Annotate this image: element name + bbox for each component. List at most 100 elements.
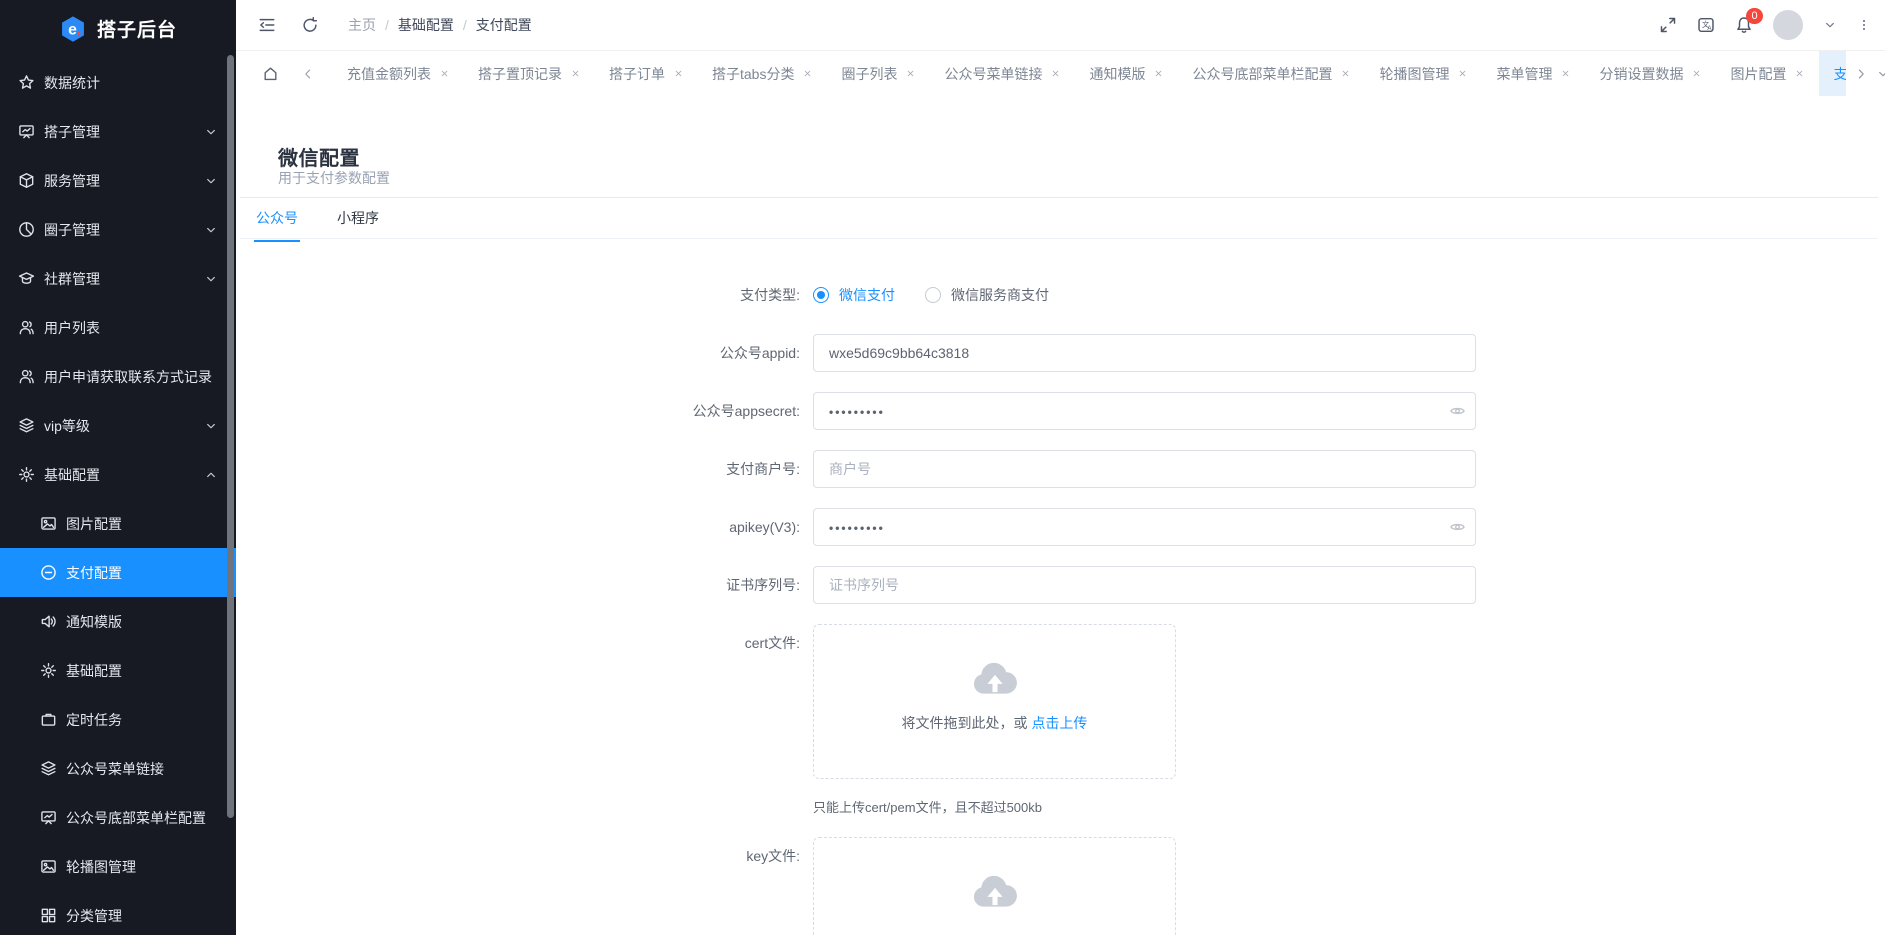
sidebar-item-7[interactable]: vip等级 [0, 401, 236, 450]
grid-icon [40, 907, 57, 924]
more-options-kebab-icon[interactable] [1857, 18, 1871, 32]
notifications-button[interactable]: 0 [1735, 16, 1753, 34]
close-tab-icon[interactable] [1050, 68, 1061, 79]
open-tab-2[interactable]: 搭子订单 [595, 51, 698, 96]
radio-label: 微信服务商支付 [951, 285, 1049, 305]
tabs-scroll-left-chevron-icon[interactable] [301, 67, 315, 81]
sidebar-item-label: 通知模版 [66, 612, 122, 632]
open-tab-label: 搭子tabs分类 [712, 64, 794, 84]
key-file-dropzone[interactable] [813, 837, 1176, 935]
eye-icon[interactable] [1449, 519, 1466, 536]
open-tab-0[interactable]: 充值金额列表 [333, 51, 464, 96]
sidebar-item-16[interactable]: 轮播图管理 [0, 842, 236, 891]
sidebar-item-6[interactable]: 用户申请获取联系方式记录 [0, 352, 236, 401]
sidebar-item-9[interactable]: 图片配置 [0, 499, 236, 548]
form-field-label: cert文件: [236, 624, 800, 779]
sidebar-item-label: 公众号菜单链接 [66, 759, 164, 779]
home-tab-icon[interactable] [262, 65, 279, 82]
sidebar-scrollbar[interactable] [227, 55, 234, 818]
open-tab-11[interactable]: 图片配置 [1716, 51, 1819, 96]
close-tab-icon[interactable] [1340, 68, 1351, 79]
dropzone-upload-link[interactable]: 点击上传 [1031, 715, 1087, 731]
sidebar-item-11[interactable]: 通知模版 [0, 597, 236, 646]
open-tab-6[interactable]: 通知模版 [1075, 51, 1178, 96]
payment-type-radio-1[interactable]: 微信服务商支付 [925, 285, 1049, 305]
avatar[interactable] [1773, 10, 1803, 40]
user-menu-chevron-down-icon[interactable] [1823, 18, 1837, 32]
sidebar-item-1[interactable]: 搭子管理 [0, 107, 236, 156]
appsecret-row: 公众号appsecret:••••••••• [236, 392, 1885, 430]
open-tab-12[interactable]: 支付配置 [1819, 51, 1846, 96]
breadcrumb-item-1[interactable]: 基础配置 [398, 15, 454, 35]
appsecret-input[interactable]: ••••••••• [813, 392, 1476, 430]
cert-serial-input[interactable]: 证书序列号 [813, 566, 1476, 604]
eye-icon[interactable] [1449, 403, 1466, 420]
tabs-options-chevron-down-icon[interactable] [1876, 67, 1885, 81]
sidebar-item-label: 基础配置 [66, 661, 122, 681]
sidebar-item-13[interactable]: 定时任务 [0, 695, 236, 744]
layers-icon [40, 760, 57, 777]
app-logo[interactable]: e 搭子后台 [0, 0, 236, 57]
close-tab-icon[interactable] [570, 68, 581, 79]
sidebar-item-17[interactable]: 分类管理 [0, 891, 236, 940]
config-tab-1[interactable]: 小程序 [335, 205, 381, 242]
sidebar-item-3[interactable]: 圈子管理 [0, 205, 236, 254]
close-tab-icon[interactable] [1691, 68, 1702, 79]
sidebar-item-10[interactable]: 支付配置 [0, 548, 236, 597]
close-tab-icon[interactable] [439, 68, 450, 79]
collapse-sidebar-icon[interactable] [258, 16, 276, 34]
open-tab-label: 分销设置数据 [1599, 64, 1683, 84]
sidebar-item-2[interactable]: 服务管理 [0, 156, 236, 205]
sidebar-item-12[interactable]: 基础配置 [0, 646, 236, 695]
open-tab-7[interactable]: 公众号底部菜单栏配置 [1178, 51, 1365, 96]
fullscreen-icon[interactable] [1659, 16, 1677, 34]
close-tab-icon[interactable] [802, 68, 813, 79]
user-icon [18, 368, 35, 385]
layers-icon [18, 417, 35, 434]
app-title: 搭子后台 [97, 15, 177, 42]
payment-type-radio-0[interactable]: 微信支付 [813, 285, 895, 305]
breadcrumb-item-2[interactable]: 支付配置 [476, 15, 532, 35]
open-tab-8[interactable]: 轮播图管理 [1365, 51, 1482, 96]
close-tab-icon[interactable] [1457, 68, 1468, 79]
translate-icon[interactable]: 文A [1697, 16, 1715, 34]
config-tab-0[interactable]: 公众号 [254, 205, 300, 242]
sidebar-item-15[interactable]: 公众号底部菜单栏配置 [0, 793, 236, 842]
tabs-scroll-right-chevron-icon[interactable] [1854, 67, 1868, 81]
merchant-id-input[interactable]: 商户号 [813, 450, 1476, 488]
input-value: wxe5d69c9bb64c3818 [829, 345, 969, 361]
close-tab-icon[interactable] [905, 68, 916, 79]
open-tab-5[interactable]: 公众号菜单链接 [930, 51, 1075, 96]
sidebar-item-8[interactable]: 基础配置 [0, 450, 236, 499]
open-tab-1[interactable]: 搭子置顶记录 [464, 51, 595, 96]
sidebar-item-14[interactable]: 公众号菜单链接 [0, 744, 236, 793]
form-field-label: 支付类型: [236, 276, 800, 314]
sidebar-item-0[interactable]: 数据统计 [0, 58, 236, 107]
gear-icon [18, 466, 35, 483]
open-tab-9[interactable]: 菜单管理 [1482, 51, 1585, 96]
close-tab-icon[interactable] [673, 68, 684, 79]
wechat-pay-config-form: 支付类型:微信支付微信服务商支付公众号appid:wxe5d69c9bb64c3… [236, 252, 1885, 935]
breadcrumb-item-0[interactable]: 主页 [348, 15, 376, 35]
appid-input[interactable]: wxe5d69c9bb64c3818 [813, 334, 1476, 372]
close-tab-icon[interactable] [1794, 68, 1805, 79]
cert-file-dropzone[interactable]: 将文件拖到此处，或 点击上传 [813, 624, 1176, 779]
sidebar-item-label: 图片配置 [66, 514, 122, 534]
sidebar-item-label: 定时任务 [66, 710, 122, 730]
radio-label: 微信支付 [839, 285, 895, 305]
refresh-icon[interactable] [301, 16, 319, 34]
open-tab-4[interactable]: 圈子列表 [827, 51, 930, 96]
form-field-label: key文件: [236, 837, 800, 935]
open-tab-10[interactable]: 分销设置数据 [1585, 51, 1716, 96]
sidebar-item-4[interactable]: 社群管理 [0, 254, 236, 303]
sidebar-item-label: 支付配置 [66, 563, 122, 583]
close-tab-icon[interactable] [1560, 68, 1571, 79]
config-tabs-border [240, 238, 1878, 239]
form-field-label: apikey(V3): [236, 508, 800, 546]
apikey-v3-input[interactable]: ••••••••• [813, 508, 1476, 546]
image-icon [40, 858, 57, 875]
sidebar-item-5[interactable]: 用户列表 [0, 303, 236, 352]
open-tab-3[interactable]: 搭子tabs分类 [698, 51, 827, 96]
close-tab-icon[interactable] [1153, 68, 1164, 79]
header-divider [240, 197, 1878, 198]
